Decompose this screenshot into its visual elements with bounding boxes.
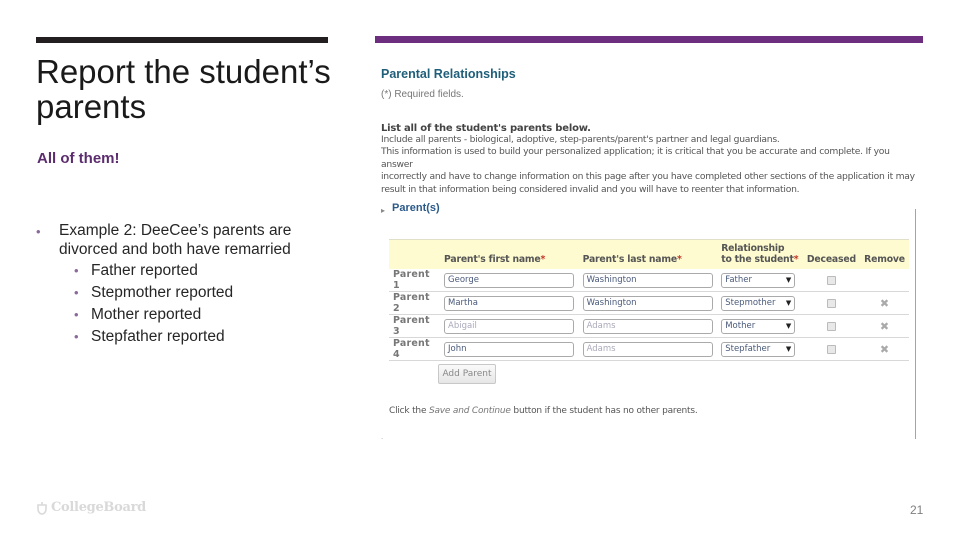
first-name-input[interactable]: George — [444, 272, 574, 288]
parents-table: Parent's first name* Parent's last name*… — [389, 239, 909, 361]
section-corner-mark: . — [381, 432, 384, 441]
sub-bullet-text: Father reported — [91, 262, 198, 279]
acorn-icon — [37, 501, 47, 515]
table-header-row: Parent's first name* Parent's last name*… — [389, 239, 909, 269]
bullet-dot-icon: • — [74, 263, 79, 278]
last-name-input[interactable]: Adams — [582, 341, 713, 357]
sub-bullet-text: Mother reported — [91, 306, 202, 323]
table-row: Parent 4 John Adams Stepfather ▼ ✖ — [389, 337, 909, 361]
sub-bullet-text: Stepmother reported — [91, 284, 234, 301]
header-remove: Remove — [860, 239, 909, 269]
section-border — [915, 209, 916, 439]
sub-bullet-item: • Father reported — [36, 260, 336, 282]
bullet-dot-icon: • — [36, 224, 41, 239]
required-note: (*) Required fields. — [381, 89, 464, 100]
sub-bullet-item: • Stepmother reported — [36, 282, 336, 304]
bullet-list: • Example 2: DeeCee’s parents are divorc… — [36, 221, 336, 348]
page-number: 21 — [910, 503, 924, 517]
sub-bullet-text: Stepfather reported — [91, 328, 225, 345]
slide-title: Report the student’s parents — [36, 53, 331, 125]
screenshot-accent-bar — [375, 36, 923, 43]
relationship-select[interactable]: Stepmother ▼ — [721, 295, 796, 311]
remove-icon[interactable]: ✖ — [864, 343, 905, 356]
sub-bullet-item: • Stepfather reported — [36, 326, 336, 348]
remove-icon[interactable]: ✖ — [864, 297, 905, 310]
section-collapse-icon[interactable]: ▸ — [381, 206, 385, 215]
title-accent-bar — [36, 37, 328, 43]
bullet-dot-icon: • — [74, 329, 79, 344]
first-name-input[interactable]: John — [444, 341, 574, 357]
description-line: This information is used to build your p… — [381, 146, 890, 170]
last-name-input[interactable]: Adams — [582, 318, 713, 334]
relationship-select[interactable]: Stepfather ▼ — [721, 341, 796, 357]
row-label: Parent 1 — [389, 269, 440, 292]
row-label: Parent 3 — [389, 314, 440, 338]
save-continue-hint: Click the Save and Continue button if th… — [389, 406, 698, 416]
slide-subtitle: All of them! — [37, 150, 120, 167]
dropdown-arrow-icon: ▼ — [785, 276, 792, 284]
relationship-select[interactable]: Father ▼ — [721, 272, 796, 288]
deceased-checkbox[interactable] — [826, 344, 836, 354]
list-heading: List all of the student's parents below. — [381, 123, 591, 134]
bullet-dot-icon: • — [74, 285, 79, 300]
description-line: incorrectly and have to change informati… — [381, 171, 915, 183]
college-board-logo: CollegeBoard — [36, 500, 146, 515]
deceased-checkbox[interactable] — [826, 321, 836, 331]
bullet-text: Example 2: DeeCee’s parents are divorced… — [59, 222, 292, 258]
dropdown-arrow-icon: ▼ — [785, 322, 792, 330]
remove-icon[interactable]: ✖ — [864, 320, 905, 333]
last-name-input[interactable]: Washington — [582, 272, 713, 288]
deceased-checkbox[interactable] — [826, 275, 836, 285]
sub-bullet-item: • Mother reported — [36, 304, 336, 326]
last-name-input[interactable]: Washington — [582, 295, 713, 311]
form-heading: Parental Relationships — [381, 67, 516, 81]
form-description: Include all parents - biological, adopti… — [381, 134, 921, 196]
header-row-label — [389, 239, 440, 269]
header-first-name: Parent's first name* — [440, 239, 579, 269]
description-line: Include all parents - biological, adopti… — [381, 134, 780, 145]
deceased-checkbox[interactable] — [826, 298, 836, 308]
header-relationship: Relationship to the student* — [717, 239, 803, 269]
logo-text: CollegeBoard — [51, 500, 146, 515]
table-row: Parent 3 Abigail Adams Mother ▼ ✖ — [389, 314, 909, 338]
bullet-dot-icon: • — [74, 307, 79, 322]
relationship-select[interactable]: Mother ▼ — [721, 318, 796, 334]
sub-bullet-list: • Father reported • Stepmother reported … — [36, 260, 336, 348]
first-name-input[interactable]: Abigail — [444, 318, 574, 334]
row-label: Parent 2 — [389, 291, 440, 315]
header-last-name: Parent's last name* — [578, 239, 718, 269]
header-deceased: Deceased — [802, 239, 861, 269]
section-title[interactable]: Parent(s) — [392, 202, 440, 214]
bullet-item: • Example 2: DeeCee’s parents are divorc… — [36, 221, 336, 259]
add-parent-button[interactable]: Add Parent — [438, 364, 496, 384]
dropdown-arrow-icon: ▼ — [785, 345, 792, 353]
row-label: Parent 4 — [389, 337, 440, 361]
table-row: Parent 1 George Washington Father ▼ — [389, 269, 909, 292]
first-name-input[interactable]: Martha — [444, 295, 574, 311]
dropdown-arrow-icon: ▼ — [785, 299, 792, 307]
table-row: Parent 2 Martha Washington Stepmother ▼ ✖ — [389, 291, 909, 315]
description-line: result in that information being conside… — [381, 183, 800, 195]
